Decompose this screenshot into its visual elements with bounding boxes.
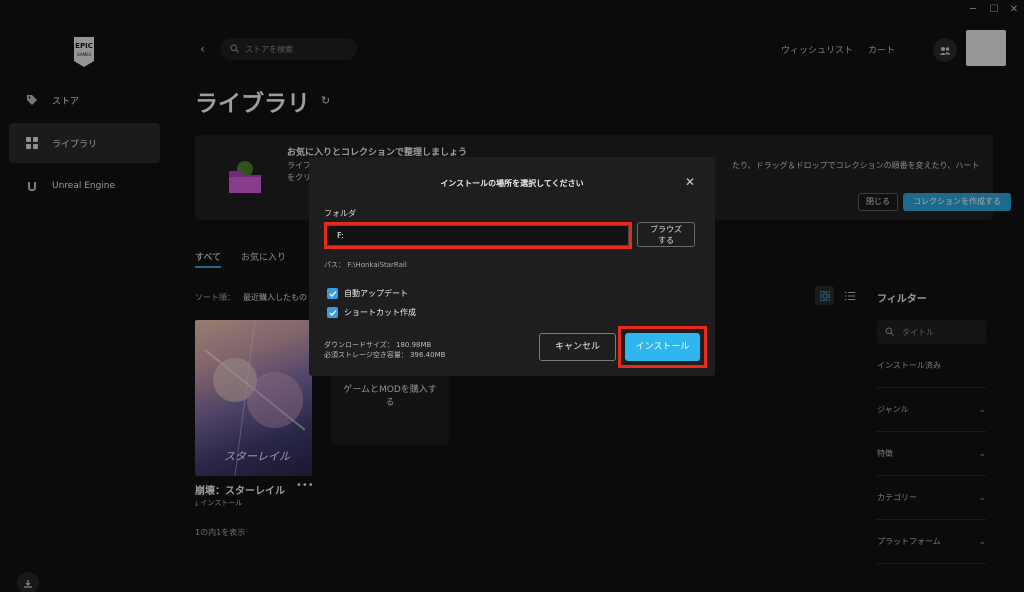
browse-label-line1: ブラウズ [650,225,682,234]
close-icon[interactable]: ✕ [685,175,695,189]
checkbox-label: 自動アップデート [344,289,408,298]
checkbox-label: ショートカット作成 [344,308,416,317]
required-storage: 必須ストレージ空き容量： 396.40MB [324,351,446,359]
install-location-dialog: インストールの場所を選択してください ✕ フォルダ F: ブラウズ する パス：… [309,157,715,376]
folder-label: フォルダ [324,209,356,218]
install-path: パス： F:\HonkaiStarRail [324,261,407,269]
install-highlight-box [618,326,707,368]
cancel-button[interactable]: キャンセル [539,333,616,361]
download-size: ダウンロードサイズ： 180.98MB [324,341,432,349]
shortcut-checkbox[interactable]: ショートカット作成 [327,307,416,318]
dialog-title: インストールの場所を選択してください [440,179,584,188]
folder-highlight-box [324,222,632,249]
auto-update-checkbox[interactable]: 自動アップデート [327,288,408,299]
app-window: ─ ☐ ✕ EPIC GAMES ストア ライブラリ Unreal Engine… [0,0,1024,592]
checkbox-checked-icon [327,307,338,318]
checkbox-checked-icon [327,288,338,299]
browse-button[interactable]: ブラウズ する [637,222,695,247]
browse-label-line2: する [658,236,674,245]
